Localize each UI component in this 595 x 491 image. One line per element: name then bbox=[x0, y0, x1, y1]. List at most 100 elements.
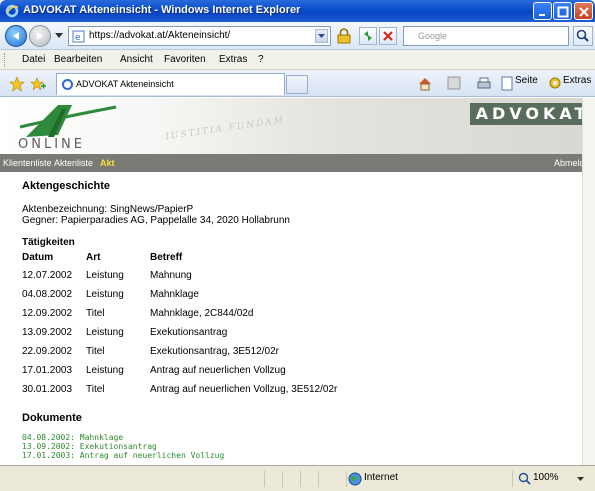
document-link[interactable]: 04.08.2002: Mahnklage bbox=[22, 433, 582, 442]
home-icon[interactable] bbox=[417, 76, 433, 92]
cell-art: Leistung bbox=[86, 289, 124, 300]
title-bar: ADVOKAT Akteneinsicht - Windows Internet… bbox=[0, 0, 595, 22]
menu-datei[interactable]: Datei bbox=[22, 54, 45, 65]
aktengeschichte-heading: Aktengeschichte bbox=[22, 180, 111, 192]
aktenbezeichnung: Aktenbezeichnung: SingNews/PapierP bbox=[22, 204, 194, 215]
minimize-button[interactable] bbox=[533, 2, 552, 20]
add-favorite-icon[interactable] bbox=[30, 76, 46, 92]
page-menu-label[interactable]: Seite bbox=[515, 75, 538, 86]
dokumente-heading: Dokumente bbox=[22, 412, 82, 424]
search-input[interactable]: Google bbox=[403, 26, 569, 46]
page-menu-icon[interactable] bbox=[501, 76, 513, 91]
search-button[interactable] bbox=[573, 26, 593, 46]
nav-aktenliste[interactable]: Aktenliste bbox=[54, 158, 93, 168]
feeds-icon[interactable] bbox=[447, 76, 461, 90]
status-divider bbox=[346, 471, 347, 487]
back-button[interactable] bbox=[5, 25, 27, 47]
cell-art: Leistung bbox=[86, 270, 124, 281]
close-icon bbox=[579, 7, 589, 17]
maximize-button[interactable] bbox=[553, 2, 572, 20]
arrow-right-icon bbox=[37, 32, 43, 40]
menu-help[interactable]: ? bbox=[258, 54, 264, 65]
status-divider bbox=[318, 471, 319, 487]
address-bar[interactable]: e https://advokat.at/Akteneinsicht/ bbox=[68, 26, 331, 46]
nav-akt[interactable]: Akt bbox=[100, 158, 115, 168]
zoom-icon[interactable] bbox=[518, 472, 531, 485]
minimize-icon bbox=[539, 14, 545, 16]
security-zone: Internet bbox=[364, 472, 398, 483]
tab-toolbar: ADVOKAT Akteneinsicht Seite Extras bbox=[0, 70, 595, 97]
address-dropdown-button[interactable] bbox=[315, 29, 328, 43]
table-row: 22.09.2002 Titel Exekutionsantrag, 3E512/0… bbox=[22, 342, 337, 361]
lock-icon[interactable] bbox=[335, 27, 353, 45]
advokat-4-logo bbox=[19, 105, 117, 137]
zoom-dropdown-icon[interactable] bbox=[577, 477, 584, 482]
cell-betreff: Exekutionsantrag, 3E512/02r bbox=[150, 346, 279, 357]
cell-datum: 30.01.2003 bbox=[22, 384, 73, 395]
arrow-left-icon bbox=[13, 32, 19, 40]
menu-ansicht[interactable]: Ansicht bbox=[120, 54, 153, 65]
address-toolbar: e https://advokat.at/Akteneinsicht/ Goog… bbox=[0, 22, 595, 50]
ie-logo-icon bbox=[5, 4, 19, 18]
tab-advokat[interactable]: ADVOKAT Akteneinsicht bbox=[56, 73, 285, 95]
nav-klientenliste[interactable]: Klientenliste bbox=[3, 158, 52, 168]
table-row: 04.08.2002 Leistung Mahnklage bbox=[22, 285, 337, 304]
forward-button[interactable] bbox=[29, 25, 51, 47]
cell-betreff: Exekutionsantrag bbox=[150, 327, 228, 338]
close-button[interactable] bbox=[574, 2, 593, 20]
cell-betreff: Antrag auf neuerlichen Vollzug bbox=[150, 365, 286, 376]
advokat-brand: ADVOKAT bbox=[470, 103, 595, 125]
cell-art: Titel bbox=[86, 308, 105, 319]
cell-betreff: Mahnklage, 2C844/02d bbox=[150, 308, 254, 319]
column-header-datum: Datum bbox=[22, 252, 54, 263]
menu-favoriten[interactable]: Favoriten bbox=[164, 54, 206, 65]
cell-art: Titel bbox=[86, 346, 105, 357]
history-dropdown-icon[interactable] bbox=[55, 33, 63, 39]
favorites-star-icon[interactable] bbox=[9, 76, 25, 92]
taetigkeiten-table: Datum Art Betreff 12.07.2002 Leistung Mahn… bbox=[22, 249, 337, 399]
menu-extras[interactable]: Extras bbox=[219, 54, 247, 65]
cell-art: Leistung bbox=[86, 327, 124, 338]
cell-datum: 22.09.2002 bbox=[22, 346, 73, 357]
new-tab-button[interactable] bbox=[286, 75, 308, 94]
gear-icon[interactable] bbox=[548, 76, 562, 90]
header-watermark: IUSTITIA FUNDAM bbox=[164, 115, 286, 143]
address-url: https://advokat.at/Akteneinsicht/ bbox=[89, 30, 231, 41]
status-divider bbox=[300, 471, 301, 487]
cell-datum: 12.09.2002 bbox=[22, 308, 73, 319]
zoom-level[interactable]: 100% bbox=[533, 472, 559, 483]
site-nav: Klientenliste Aktenliste Akt Abmelden bbox=[0, 154, 595, 172]
cell-betreff: Mahnklage bbox=[150, 289, 199, 300]
menu-bearbeiten[interactable]: Bearbeiten bbox=[54, 54, 102, 65]
document-link[interactable]: 17.01.2003: Antrag auf neuerlichen Vollz… bbox=[22, 451, 582, 460]
globe-icon bbox=[348, 472, 362, 486]
vertical-scrollbar[interactable] bbox=[582, 98, 595, 465]
akt-meta: Aktenbezeichnung: SingNews/PapierP Gegne… bbox=[22, 204, 582, 226]
tools-menu-label[interactable]: Extras bbox=[563, 75, 591, 86]
table-row: 17.01.2003 Leistung Antrag auf neuerlichen… bbox=[22, 361, 337, 380]
column-header-betreff: Betreff bbox=[150, 252, 183, 263]
document-link[interactable]: 13.09.2002: Exekutionsantrag bbox=[22, 442, 582, 451]
tab-label: ADVOKAT Akteneinsicht bbox=[76, 79, 174, 89]
window-title: ADVOKAT Akteneinsicht - Windows Internet… bbox=[23, 4, 301, 16]
table-row: 30.01.2003 Titel Antrag auf neuerlichen Vo… bbox=[22, 380, 337, 399]
cell-datum: 17.01.2003 bbox=[22, 365, 73, 376]
stop-button[interactable] bbox=[379, 27, 397, 45]
status-divider bbox=[264, 471, 265, 487]
table-row: 13.09.2002 Leistung Exekutionsantrag bbox=[22, 323, 337, 342]
cell-betreff: Antrag auf neuerlichen Vollzug, 3E512/02… bbox=[150, 384, 338, 395]
logo-online-text: ONLINE bbox=[18, 137, 85, 152]
refresh-button[interactable] bbox=[359, 27, 377, 45]
web-page: IUSTITIA FUNDAM ONLINE ADVOKAT Klientenl… bbox=[0, 98, 595, 465]
svg-text:e: e bbox=[75, 33, 81, 43]
cell-datum: 12.07.2002 bbox=[22, 270, 73, 281]
page-icon: e bbox=[72, 30, 85, 43]
refresh-icon bbox=[364, 31, 372, 41]
site-header: IUSTITIA FUNDAM ONLINE ADVOKAT bbox=[0, 98, 595, 154]
table-row: 12.09.2002 Titel Mahnklage, 2C844/02d bbox=[22, 304, 337, 323]
cell-betreff: Mahnung bbox=[150, 270, 192, 281]
menu-bar: Datei Bearbeiten Ansicht Favoriten Extra… bbox=[0, 50, 595, 70]
stop-icon bbox=[383, 31, 393, 41]
cell-datum: 04.08.2002 bbox=[22, 289, 73, 300]
print-icon[interactable] bbox=[476, 76, 492, 92]
